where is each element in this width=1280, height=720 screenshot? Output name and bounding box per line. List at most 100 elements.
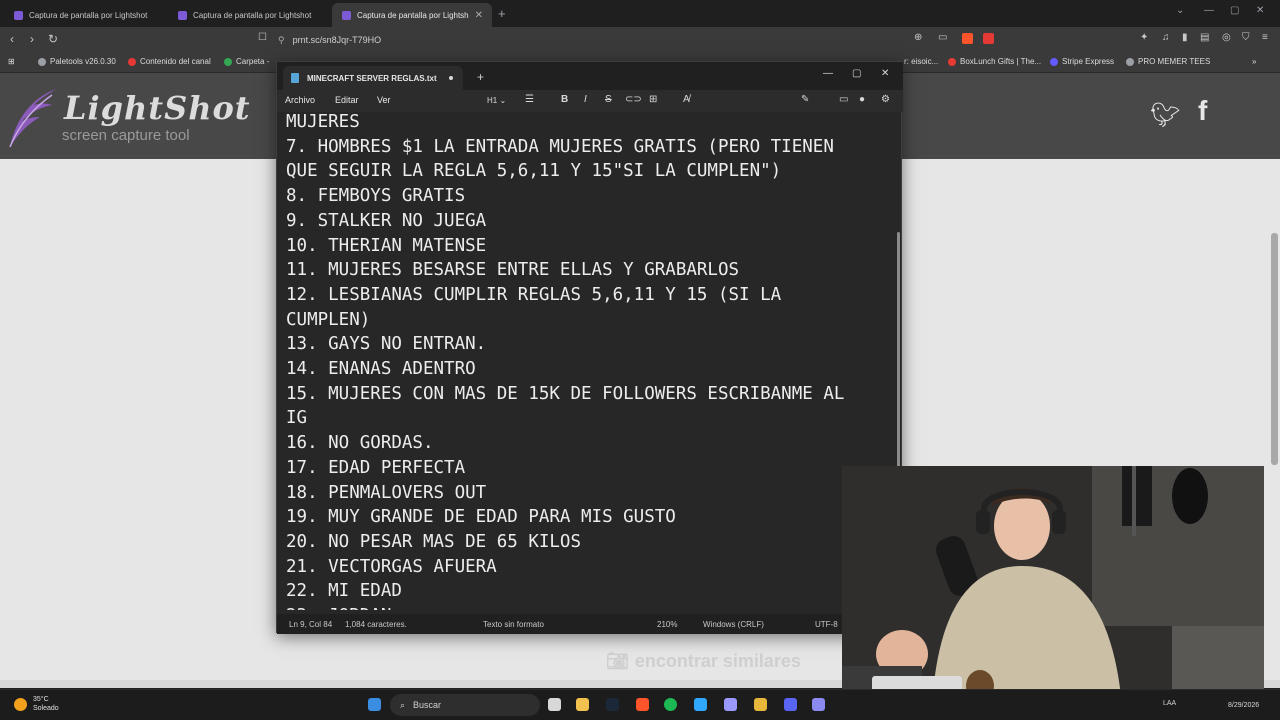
language-indicator[interactable]: LAA <box>1163 700 1176 707</box>
bookmark-item[interactable]: PRO MEMER TEES <box>1126 57 1210 66</box>
back-icon[interactable]: ‹ <box>10 32 14 46</box>
weather-widget[interactable]: 35°C Soleado <box>14 695 59 713</box>
text-line: 11. MUJERES BESARSE ENTRE ELLAS Y GRABAR… <box>286 260 740 281</box>
site-info-icon[interactable]: ⚲ <box>278 35 285 46</box>
new-tab-button[interactable]: + <box>498 6 506 21</box>
text-line: QUE SEGUIR LA REGLA 5,6,11 Y 15"SI LA CU… <box>286 161 782 182</box>
zoom-icon[interactable]: ⊕ <box>914 32 922 43</box>
premiere-icon[interactable] <box>724 698 737 711</box>
text-format: Texto sin formato <box>483 620 544 629</box>
bookmark-icon[interactable]: ☐ <box>258 32 267 43</box>
bookmark-item[interactable]: Contenido del canal <box>128 57 211 66</box>
steam-icon[interactable] <box>606 698 619 711</box>
cast-icon[interactable]: ▭ <box>938 32 947 43</box>
page-scrollbar[interactable] <box>1271 233 1278 465</box>
file-explorer-icon[interactable] <box>576 698 589 711</box>
clear-formatting-icon[interactable]: A̸ <box>683 94 690 105</box>
new-tab-button[interactable]: + <box>477 70 484 84</box>
menu-icon[interactable]: ≡ <box>1262 32 1268 43</box>
tab-title: Captura de pantalla por Lightshot <box>29 10 148 20</box>
close-tab-icon[interactable]: ✕ <box>475 10 483 21</box>
strikethrough-icon[interactable]: S <box>605 94 612 105</box>
wallet-icon[interactable]: ▤ <box>1200 32 1209 43</box>
notepad-window: MINECRAFT SERVER REGLAS.txt + — ▢ ✕ Arch… <box>276 61 903 634</box>
music-icon[interactable]: ♫ <box>1162 32 1170 43</box>
taskbar-search[interactable]: ⌕ Buscar <box>390 694 540 716</box>
more-bookmarks-icon[interactable]: » <box>1252 57 1256 66</box>
text-line: CUMPLEN) <box>286 309 371 330</box>
notepad-scrollbar[interactable] <box>897 232 900 472</box>
lightshot-tagline: screen capture tool <box>62 127 190 144</box>
shield-icon[interactable]: ⛉ <box>1242 32 1250 43</box>
reload-icon[interactable]: ↻ <box>48 32 58 46</box>
lightshot-logo[interactable]: LightShot <box>64 89 251 127</box>
forward-icon[interactable]: › <box>30 32 34 46</box>
menu-archivo[interactable]: Archivo <box>285 95 315 105</box>
brave-icon[interactable] <box>636 698 649 711</box>
clock-date[interactable]: 8/29/2026 <box>1228 702 1259 709</box>
extensions-icon[interactable]: ✦ <box>1140 32 1148 43</box>
minimize-icon[interactable]: — <box>823 68 833 79</box>
file-name: MINECRAFT SERVER REGLAS.txt <box>307 73 437 83</box>
tabs-icon[interactable]: ▭ <box>839 94 848 105</box>
browser-tab[interactable]: Captura de pantalla por Lightshot <box>4 3 166 27</box>
list-dropdown-icon[interactable]: ☰ <box>525 94 534 105</box>
link-icon[interactable]: ⊂⊃ <box>625 94 642 105</box>
bookmark-item[interactable]: BoxLunch Gifts | The... <box>948 57 1041 66</box>
app-icon[interactable] <box>754 698 767 711</box>
account-icon[interactable]: ● <box>859 94 865 105</box>
discord-icon[interactable] <box>784 698 797 711</box>
bookmark-item[interactable]: Paletools v26.0.30 <box>38 57 116 66</box>
webcam-overlay <box>842 466 1264 706</box>
text-line: 9. STALKER NO JUEGA <box>286 210 487 231</box>
notepad-file-tab[interactable]: MINECRAFT SERVER REGLAS.txt <box>283 66 463 90</box>
brave-shield-icon[interactable] <box>962 33 973 44</box>
bookmark-item[interactable]: Stripe Express <box>1050 57 1114 66</box>
table-icon[interactable]: ⊞ <box>649 94 657 105</box>
unsaved-indicator-icon <box>449 76 453 80</box>
close-window-icon[interactable]: ✕ <box>881 68 889 79</box>
copilot-icon[interactable]: ✎ <box>801 94 809 105</box>
browser-tab-active[interactable]: Captura de pantalla por Lightsh ✕ <box>332 3 492 27</box>
bookmark-item[interactable]: r: eisoic... <box>904 57 938 66</box>
tab-search-icon[interactable]: ⌄ <box>1176 5 1184 16</box>
bold-icon[interactable]: B <box>561 94 568 105</box>
maximize-icon[interactable]: ▢ <box>852 68 861 79</box>
app-icon[interactable] <box>812 698 825 711</box>
facebook-icon[interactable]: f <box>1198 95 1207 127</box>
search-icon: ⌕ <box>400 699 406 710</box>
photoshop-icon[interactable] <box>694 698 707 711</box>
settings-gear-icon[interactable]: ⚙ <box>881 94 890 105</box>
apps-icon[interactable]: ⊞ <box>8 57 15 66</box>
sun-icon <box>14 697 27 711</box>
encoding: UTF-8 <box>815 620 838 629</box>
task-view-icon[interactable] <box>548 698 561 711</box>
find-similar-link[interactable]: 📷︎ encontrar similares <box>606 651 801 672</box>
browser-tab[interactable]: Captura de pantalla por Lightshot <box>168 3 330 27</box>
address-bar[interactable]: ⚲ prnt.sc/sn8Jqr-T79HO <box>278 31 998 49</box>
camera-icon: 📷︎ <box>606 651 629 671</box>
italic-icon[interactable]: I <box>584 94 587 105</box>
brave-rewards-icon[interactable] <box>983 33 994 44</box>
text-line: MUJERES <box>286 112 360 132</box>
text-line: 10. THERIAN MATENSE <box>286 235 487 256</box>
stripe-icon <box>1050 57 1058 66</box>
start-icon[interactable] <box>368 698 381 711</box>
notepad-titlebar: MINECRAFT SERVER REGLAS.txt + — ▢ ✕ <box>277 62 903 90</box>
bookmark-item[interactable]: Carpeta - <box>224 57 269 66</box>
vpn-icon[interactable]: ◎ <box>1222 32 1231 43</box>
spotify-icon[interactable] <box>664 698 677 711</box>
heading-dropdown[interactable]: H1 ⌄ <box>487 96 506 105</box>
text-line: 20. NO PESAR MAS DE 65 KILOS <box>286 531 582 552</box>
notepad-text-area[interactable]: MUJERES 7. HOMBRES $1 LA ENTRADA MUJERES … <box>286 110 890 610</box>
zoom-level[interactable]: 210% <box>657 620 677 629</box>
twitter-icon[interactable]: 🐦︎ <box>1150 101 1180 130</box>
webcam-person-image <box>842 466 1264 706</box>
maximize-icon[interactable]: ▢ <box>1230 5 1239 16</box>
close-window-icon[interactable]: ✕ <box>1256 5 1264 16</box>
text-line: 12. LESBIANAS CUMPLIR REGLAS 5,6,11 Y 15… <box>286 284 782 305</box>
minimize-icon[interactable]: — <box>1204 5 1214 16</box>
sidebar-icon[interactable]: ▮ <box>1182 32 1188 43</box>
menu-editar[interactable]: Editar <box>335 95 359 105</box>
menu-ver[interactable]: Ver <box>377 95 391 105</box>
